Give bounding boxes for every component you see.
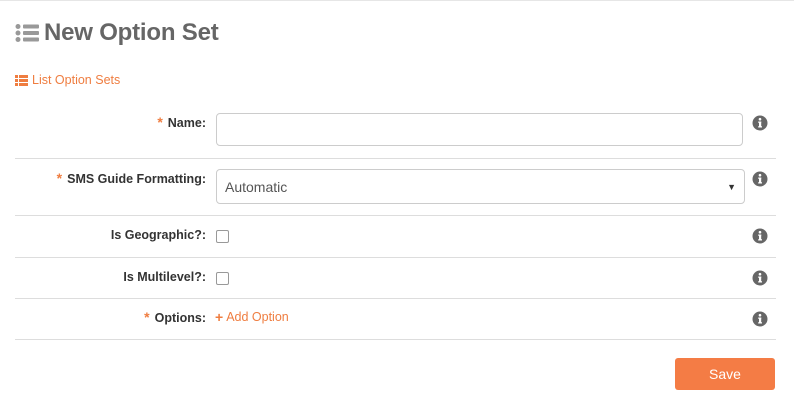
- sms-guide-formatting-label: * SMS Guide Formatting:: [57, 170, 206, 186]
- is-geographic-label: Is Geographic?:: [110, 228, 206, 242]
- form-row-options: * Options: + Add Option: [15, 299, 776, 340]
- name-label-text: Name:: [167, 116, 206, 130]
- options-label-text: Options:: [154, 311, 206, 325]
- list-option-sets-label: List Option Sets: [32, 73, 121, 87]
- add-option-label: Add Option: [226, 310, 289, 324]
- page-title: New Option Set: [44, 19, 219, 46]
- sms-guide-formatting-label-text: SMS Guide Formatting:: [67, 172, 206, 186]
- top-divider: [0, 0, 794, 1]
- info-icon[interactable]: [752, 270, 768, 286]
- is-multilevel-label: Is Multilevel?:: [123, 270, 206, 284]
- plus-icon: +: [215, 309, 224, 325]
- form-row-name: * Name:: [15, 103, 776, 159]
- list-option-sets-link[interactable]: List Option Sets: [15, 73, 120, 87]
- required-marker: *: [157, 114, 163, 130]
- name-input[interactable]: [216, 113, 743, 146]
- is-multilevel-checkbox[interactable]: [216, 272, 229, 285]
- page: New Option Set List Option Sets * Name:: [0, 0, 794, 410]
- info-icon[interactable]: [752, 171, 768, 187]
- sms-guide-formatting-select[interactable]: Automatic ▼: [216, 169, 745, 204]
- list-icon: [15, 74, 28, 86]
- info-icon[interactable]: [752, 311, 768, 327]
- form-row-is-geographic: Is Geographic?:: [15, 216, 776, 258]
- option-set-form: * Name: * SMS Guide Formatting: Automatic …: [15, 103, 776, 340]
- options-label: * Options:: [144, 309, 206, 325]
- name-label: * Name:: [157, 114, 206, 130]
- is-geographic-checkbox[interactable]: [216, 230, 229, 243]
- save-button[interactable]: Save: [675, 358, 775, 390]
- form-row-is-multilevel: Is Multilevel?:: [15, 258, 776, 299]
- add-option-link[interactable]: + Add Option: [215, 309, 289, 325]
- sms-guide-formatting-value: Automatic: [225, 178, 288, 195]
- list-icon: [15, 24, 39, 42]
- form-row-sms-guide-formatting: * SMS Guide Formatting: Automatic ▼: [15, 159, 776, 216]
- page-header: New Option Set: [15, 17, 219, 49]
- info-icon[interactable]: [752, 228, 768, 244]
- required-marker: *: [144, 309, 150, 325]
- info-icon[interactable]: [752, 115, 768, 131]
- required-marker: *: [56, 170, 63, 186]
- chevron-down-icon: ▼: [727, 181, 736, 192]
